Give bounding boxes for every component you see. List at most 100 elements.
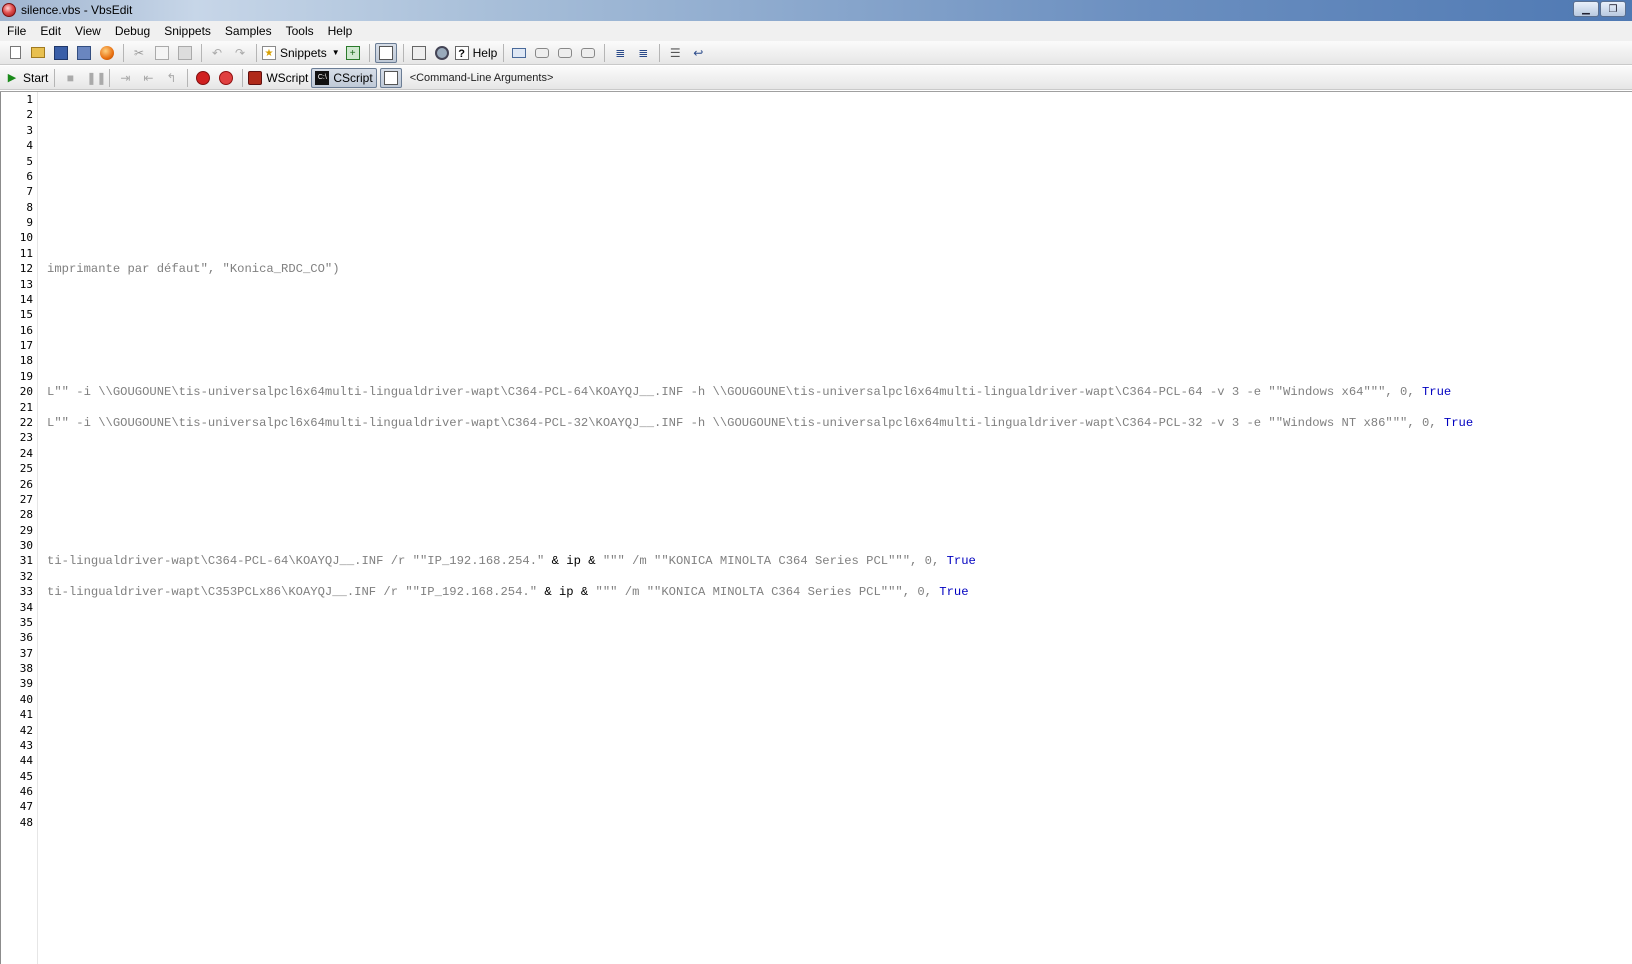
save-all-button[interactable] [74, 43, 94, 63]
line-number: 29 [19, 523, 33, 537]
line-number: 38 [19, 662, 33, 676]
start-label: Start [23, 70, 49, 85]
line-number: 28 [19, 508, 33, 522]
start-button[interactable]: ▶ Start [5, 68, 49, 88]
minimize-button[interactable]: ▁ [1573, 1, 1599, 17]
cscript-label: CScript [333, 70, 373, 85]
toolbar-separator [503, 43, 505, 62]
chevron-down-icon: ▼ [331, 48, 340, 57]
line-number: 35 [19, 615, 33, 629]
object-browser-icon [434, 45, 449, 60]
cut-button[interactable]: ✂ [129, 43, 149, 63]
string-token: L"" -i \\GOUGOUNE\tis-universalpcl6x64mu… [47, 415, 1444, 430]
keyword-token: True [1443, 415, 1474, 430]
menu-edit[interactable]: Edit [33, 24, 68, 38]
line-number: 11 [19, 246, 33, 260]
open-button[interactable] [28, 43, 48, 63]
insert-button[interactable]: + [343, 43, 363, 63]
record-button[interactable] [97, 43, 117, 63]
bubble-button[interactable] [532, 43, 552, 63]
stop-button[interactable]: ■ [60, 68, 80, 88]
toolbar-separator [54, 68, 56, 87]
indent-icon: ≣ [615, 45, 626, 60]
line-number: 39 [19, 677, 33, 691]
code-line[interactable]: imprimante par défaut", "Konica_RDC_CO") [47, 261, 340, 277]
menu-snippets[interactable]: Snippets [157, 24, 218, 38]
insert-icon: + [345, 45, 360, 60]
menu-file[interactable]: File [0, 24, 33, 38]
line-number: 9 [26, 216, 33, 230]
redo-button[interactable]: ↷ [230, 43, 250, 63]
command-line-arguments-input[interactable]: <Command-Line Arguments> [410, 69, 554, 87]
wscript-button[interactable]: WScript [248, 68, 308, 88]
new-file-icon [9, 46, 21, 59]
output-window-button[interactable] [379, 67, 402, 88]
line-number: 1 [26, 93, 33, 106]
menu-view[interactable]: View [68, 24, 108, 38]
code-line[interactable]: ti-lingualdriver-wapt\C353PCLx86\KOAYQJ_… [47, 584, 969, 600]
copy-button[interactable] [152, 43, 172, 63]
toolbar-separator [187, 68, 189, 87]
clear-breakpoints-button[interactable] [216, 68, 236, 88]
string-token: """ /m ""KONICA MINOLTA C364 Series PCL"… [595, 554, 947, 569]
line-number: 10 [19, 231, 33, 245]
line-number: 4 [26, 139, 33, 153]
toggle-view-button[interactable] [374, 42, 397, 63]
snippets-dropdown[interactable]: ★ Snippets ▼ [262, 43, 340, 63]
step-out-button[interactable]: ↰ [161, 68, 181, 88]
step-over-icon: ⇤ [143, 70, 154, 85]
word-wrap-button[interactable]: ↩ [688, 43, 708, 63]
copy-icon [155, 45, 169, 60]
title-bar: silence.vbs - VbsEdit ▁ ❐ [0, 0, 1632, 21]
string-token: L"" -i \\GOUGOUNE\tis-universalpcl6x64mu… [47, 385, 1422, 400]
line-number: 14 [19, 292, 33, 306]
code-line[interactable]: L"" -i \\GOUGOUNE\tis-universalpcl6x64mu… [47, 384, 1451, 400]
code-editor[interactable]: 1 2 3 4 5 6 7 8 9 10 11 12 13 14 15 16 17 18 19 20 21 22 23 24 2… [0, 91, 1632, 964]
window-title: silence.vbs - VbsEdit [21, 3, 133, 17]
line-number: 46 [19, 785, 33, 799]
save-icon [54, 45, 68, 60]
step-over-button[interactable]: ⇤ [138, 68, 158, 88]
bubble-next-button[interactable] [555, 43, 575, 63]
indent-icon: ☰ [669, 45, 681, 60]
new-file-button[interactable] [5, 43, 25, 63]
menu-help[interactable]: Help [321, 24, 360, 38]
menu-debug[interactable]: Debug [108, 24, 157, 38]
code-line[interactable]: L"" -i \\GOUGOUNE\tis-universalpcl6x64mu… [47, 415, 1473, 431]
paste-button[interactable] [175, 43, 195, 63]
app-icon[interactable] [2, 3, 16, 17]
line-number: 27 [19, 492, 33, 506]
indent-button[interactable]: ≣ [610, 43, 630, 63]
restore-button[interactable]: ❐ [1600, 1, 1626, 17]
format-button[interactable]: ☰ [665, 43, 685, 63]
line-number: 40 [19, 692, 33, 706]
bubble-icon [558, 47, 573, 58]
toolbar-separator [659, 43, 661, 62]
find-button[interactable] [409, 43, 429, 63]
string-token: imprimante par défaut", "Konica_RDC_CO") [47, 262, 340, 277]
breakpoint-button[interactable] [193, 68, 213, 88]
breakpoint-icon [196, 70, 211, 85]
outdent-button[interactable]: ≣ [633, 43, 653, 63]
record-icon [100, 45, 114, 60]
line-number: 21 [19, 400, 33, 414]
outdent-icon: ↩ [693, 45, 704, 60]
help-button[interactable]: ? Help [454, 43, 497, 63]
comment-button[interactable] [509, 43, 529, 63]
step-into-button[interactable]: ⇥ [115, 68, 135, 88]
paste-icon [178, 45, 192, 60]
wscript-label: WScript [266, 70, 309, 85]
line-number: 18 [19, 354, 33, 368]
debug-toolbar: ▶ Start ■ ❚❚ ⇥ ⇤ ↰ WScript C:\ CScript <… [0, 66, 1632, 90]
undo-button[interactable]: ↶ [207, 43, 227, 63]
bubble-clear-button[interactable] [578, 43, 598, 63]
menu-tools[interactable]: Tools [279, 24, 321, 38]
menu-samples[interactable]: Samples [218, 24, 279, 38]
save-button[interactable] [51, 43, 71, 63]
output-window-icon [383, 70, 398, 85]
pause-button[interactable]: ❚❚ [83, 68, 106, 88]
line-number: 25 [19, 462, 33, 476]
cscript-button[interactable]: C:\ CScript [311, 67, 377, 88]
code-line[interactable]: ti-lingualdriver-wapt\C364-PCL-64\KOAYQJ… [47, 553, 976, 569]
object-browser-button[interactable] [432, 43, 452, 63]
